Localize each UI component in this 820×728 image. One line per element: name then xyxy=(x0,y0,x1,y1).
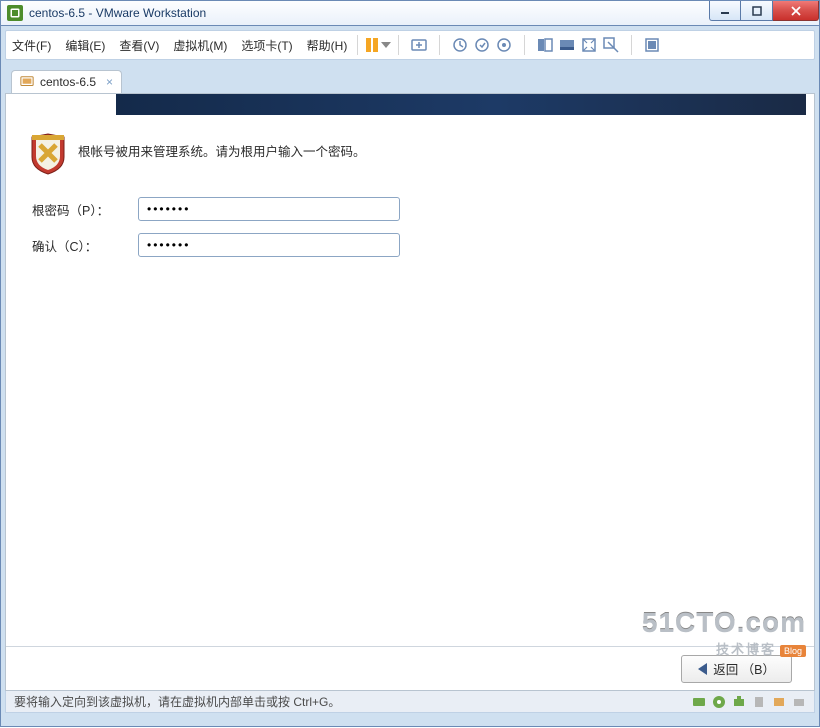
root-password-input[interactable] xyxy=(138,197,400,221)
menu-tabs[interactable]: 选项卡(T) xyxy=(241,37,292,54)
status-hint: 要将输入定向到该虚拟机，请在虚拟机内部单击或按 Ctrl+G。 xyxy=(14,693,340,710)
back-button[interactable]: 返回 （B） xyxy=(681,655,792,683)
status-bar: 要将输入定向到该虚拟机，请在虚拟机内部单击或按 Ctrl+G。 xyxy=(5,691,815,713)
back-button-label: 返回 （B） xyxy=(713,659,775,678)
installer-message: 根帐号被用来管理系统。请为根用户输入一个密码。 xyxy=(78,133,366,160)
root-password-label: 根密码（P）： xyxy=(30,200,138,219)
window-controls xyxy=(709,1,819,21)
status-cd-icon[interactable] xyxy=(712,695,726,709)
fullscreen-icon[interactable] xyxy=(579,35,599,55)
status-sound-icon[interactable] xyxy=(772,695,786,709)
confirm-password-input[interactable] xyxy=(138,233,400,257)
confirm-password-label: 确认（C）： xyxy=(30,236,138,255)
snapshot-icon[interactable] xyxy=(450,35,470,55)
maximize-button[interactable] xyxy=(741,1,773,21)
installer-banner xyxy=(116,94,806,115)
snapshot-manager-icon[interactable] xyxy=(494,35,514,55)
toolbar: 文件(F) 编辑(E) 查看(V) 虚拟机(M) 选项卡(T) 帮助(H) xyxy=(5,30,815,60)
window-title: centos-6.5 - VMware Workstation xyxy=(29,6,206,20)
status-printer-icon[interactable] xyxy=(792,695,806,709)
send-keys-icon[interactable] xyxy=(409,35,429,55)
app-icon xyxy=(7,5,23,21)
vm-tab-icon xyxy=(20,75,34,89)
menu-file[interactable]: 文件(F) xyxy=(12,37,51,54)
status-disk-icon[interactable] xyxy=(692,695,706,709)
unity-icon[interactable] xyxy=(601,35,621,55)
vm-display[interactable]: 根帐号被用来管理系统。请为根用户输入一个密码。 根密码（P）： 确认（C）： 返… xyxy=(5,93,815,691)
status-net-icon[interactable] xyxy=(732,695,746,709)
menu-help[interactable]: 帮助(H) xyxy=(307,37,348,54)
close-button[interactable] xyxy=(773,1,819,21)
minimize-button[interactable] xyxy=(709,1,741,21)
menu-bar: 文件(F) 编辑(E) 查看(V) 虚拟机(M) 选项卡(T) 帮助(H) xyxy=(12,37,347,54)
menu-view[interactable]: 查看(V) xyxy=(119,37,159,54)
menu-edit[interactable]: 编辑(E) xyxy=(65,37,105,54)
tab-row: centos-6.5 × xyxy=(5,70,815,93)
status-usb-icon[interactable] xyxy=(752,695,766,709)
view-thumbnail-icon[interactable] xyxy=(557,35,577,55)
tab-close-icon[interactable]: × xyxy=(106,75,113,89)
menu-vm[interactable]: 虚拟机(M) xyxy=(173,37,227,54)
snapshot-take-icon[interactable] xyxy=(472,35,492,55)
window-titlebar: centos-6.5 - VMware Workstation xyxy=(0,0,820,26)
library-icon[interactable] xyxy=(642,35,662,55)
tab-centos[interactable]: centos-6.5 × xyxy=(11,70,122,93)
pause-button[interactable] xyxy=(368,35,388,55)
shield-icon xyxy=(30,133,66,175)
arrow-left-icon xyxy=(698,663,707,675)
installer-nav-bar: 返回 （B） xyxy=(6,646,814,690)
tab-label: centos-6.5 xyxy=(40,75,96,89)
view-console-icon[interactable] xyxy=(535,35,555,55)
